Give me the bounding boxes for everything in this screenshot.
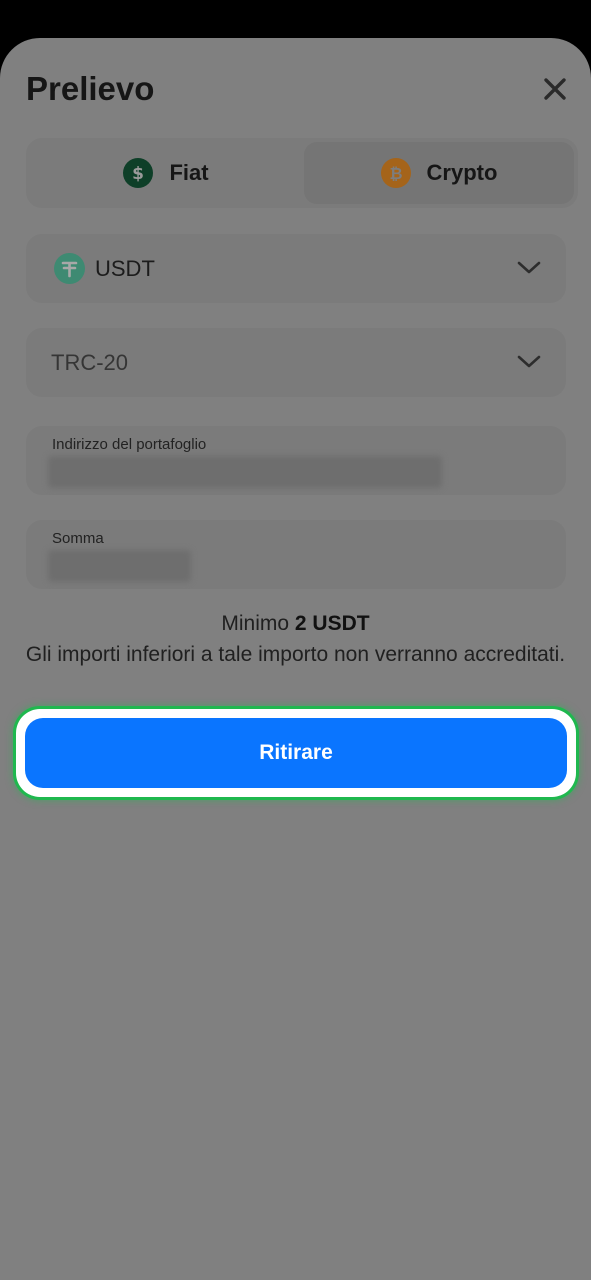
- minimum-notice: Minimo 2 USDT Gli importi inferiori a ta…: [20, 608, 571, 670]
- bitcoin-coin-icon: ₿: [380, 158, 411, 188]
- wallet-address-value-redacted: [48, 456, 442, 488]
- wallet-address-label: Indirizzo del portafoglio: [52, 436, 207, 453]
- minimum-amount: 2 USDT: [294, 612, 370, 635]
- tab-fiat[interactable]: $ Fiat: [30, 142, 302, 204]
- minimum-line: Minimo 2 USDT: [20, 608, 571, 639]
- withdraw-button[interactable]: Ritirare: [25, 718, 567, 788]
- currency-select[interactable]: USDT: [26, 234, 566, 303]
- amount-value-redacted: [48, 550, 191, 582]
- close-button[interactable]: [538, 72, 572, 106]
- network-select-value: TRC-20: [51, 350, 129, 375]
- close-icon: [544, 78, 566, 100]
- chevron-down-icon: [517, 355, 541, 368]
- minimum-warning-text: Gli importi inferiori a tale importo non…: [25, 643, 566, 666]
- currency-select-value: USDT: [95, 256, 155, 281]
- wallet-address-field[interactable]: Indirizzo del portafoglio: [26, 426, 566, 495]
- tab-crypto[interactable]: ₿ Crypto: [304, 142, 574, 204]
- svg-text:$: $: [133, 164, 145, 184]
- page-title: Prelievo: [26, 70, 155, 107]
- chevron-down-icon: [517, 261, 541, 274]
- withdraw-sheet: Prelievo $ Fiat ₿ Crypto USDT TRC-20 Ind…: [0, 38, 591, 1280]
- network-select[interactable]: TRC-20: [26, 328, 566, 397]
- amount-field[interactable]: Somma: [26, 520, 566, 589]
- minimum-prefix: Minimo: [221, 612, 290, 635]
- dollar-coin-icon: $: [123, 158, 154, 188]
- submit-highlight: Ritirare: [16, 709, 576, 797]
- tether-icon: [54, 253, 85, 284]
- svg-text:₿: ₿: [389, 164, 402, 183]
- tab-fiat-label: Fiat: [169, 160, 209, 185]
- payment-type-tabs: $ Fiat ₿ Crypto: [26, 138, 578, 208]
- tab-crypto-label: Crypto: [426, 160, 498, 185]
- amount-label: Somma: [52, 530, 104, 547]
